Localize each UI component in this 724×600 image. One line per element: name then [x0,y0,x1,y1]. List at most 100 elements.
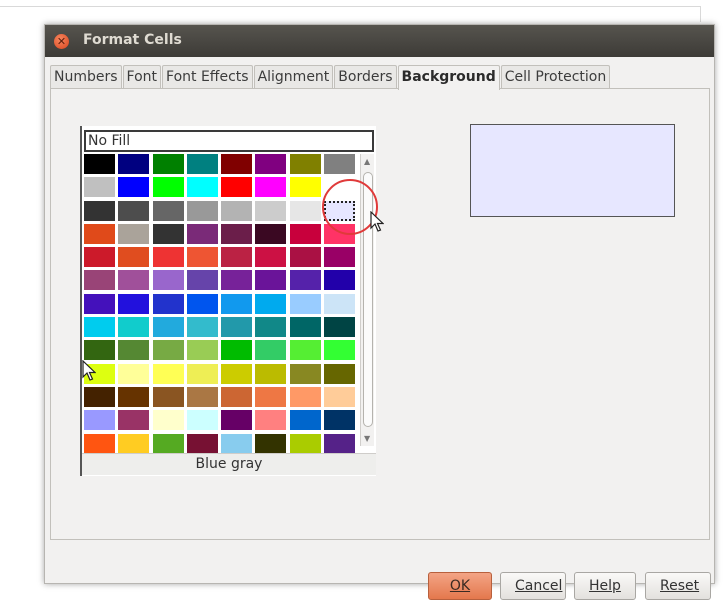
color-swatch[interactable] [255,154,287,174]
color-swatch[interactable] [221,340,253,361]
color-swatch[interactable] [152,247,184,268]
color-swatch[interactable] [84,340,115,361]
cancel-button[interactable]: Cancel [500,572,566,600]
color-swatch[interactable] [118,200,150,221]
color-swatch[interactable] [118,293,150,314]
tab-background[interactable]: Background [397,65,500,90]
color-swatch[interactable] [186,340,218,361]
color-swatch[interactable] [84,247,115,268]
color-swatch[interactable] [84,410,115,431]
color-swatch[interactable] [118,433,150,454]
tab-font-effects[interactable]: Font Effects [162,65,253,89]
color-swatch[interactable] [118,177,150,198]
color-swatch[interactable] [152,340,184,361]
color-swatch[interactable] [118,363,150,384]
color-swatch[interactable] [255,340,287,361]
color-swatch[interactable] [255,247,287,268]
color-swatch[interactable] [221,433,253,454]
color-swatch[interactable] [152,433,184,454]
color-swatch[interactable] [118,340,150,361]
color-swatch[interactable] [221,293,253,314]
color-swatch[interactable] [118,223,150,244]
color-swatch[interactable] [152,317,184,338]
color-swatch[interactable] [289,386,321,407]
color-swatch[interactable] [324,433,356,454]
color-swatch[interactable] [186,386,218,407]
color-swatch[interactable] [324,154,356,174]
color-swatch[interactable] [289,177,321,198]
color-swatch[interactable] [186,363,218,384]
color-swatch[interactable] [84,200,115,221]
color-swatch[interactable] [118,154,150,174]
color-swatch[interactable] [289,410,321,431]
color-swatch[interactable] [186,154,218,174]
color-swatch[interactable] [255,177,287,198]
color-swatch[interactable] [186,433,218,454]
color-swatch[interactable] [84,154,115,174]
help-button[interactable]: Help [574,572,636,600]
color-swatch[interactable] [152,270,184,291]
color-swatch[interactable] [221,317,253,338]
color-swatch[interactable] [84,317,115,338]
color-swatch[interactable] [186,200,218,221]
color-swatch[interactable] [255,200,287,221]
color-swatch[interactable] [84,177,115,198]
color-swatch[interactable] [289,247,321,268]
color-swatch[interactable] [289,363,321,384]
color-swatch[interactable] [324,386,356,407]
color-swatch[interactable] [118,410,150,431]
tab-font[interactable]: Font [122,65,162,89]
color-swatch[interactable] [186,247,218,268]
color-swatch[interactable] [255,270,287,291]
color-swatch[interactable] [186,223,218,244]
color-swatch[interactable] [186,177,218,198]
color-swatch[interactable] [152,223,184,244]
color-swatch[interactable] [324,363,356,384]
color-swatch[interactable] [221,177,253,198]
color-swatch[interactable] [289,340,321,361]
color-swatch[interactable] [152,386,184,407]
tab-numbers[interactable]: Numbers [50,65,122,89]
color-swatch[interactable] [255,386,287,407]
color-swatch[interactable] [289,293,321,314]
color-swatch[interactable] [289,200,321,221]
close-icon[interactable]: ✕ [54,34,69,49]
tab-borders[interactable]: Borders [334,65,397,89]
color-swatch[interactable] [324,410,356,431]
color-swatch[interactable] [324,340,356,361]
color-swatch[interactable] [221,270,253,291]
color-swatch[interactable] [289,433,321,454]
color-swatch[interactable] [152,363,184,384]
color-swatch[interactable] [255,363,287,384]
color-swatch[interactable] [255,317,287,338]
color-swatch[interactable] [186,293,218,314]
color-swatch[interactable] [255,410,287,431]
color-swatch[interactable] [84,433,115,454]
color-swatch[interactable] [255,223,287,244]
color-swatch[interactable] [152,154,184,174]
color-swatch[interactable] [324,293,356,314]
color-swatch[interactable] [221,247,253,268]
color-swatch[interactable] [186,317,218,338]
color-swatch[interactable] [152,293,184,314]
no-fill-option[interactable]: No Fill [84,130,374,152]
color-swatch[interactable] [289,270,321,291]
color-swatch[interactable] [84,270,115,291]
color-swatch[interactable] [118,270,150,291]
color-swatch[interactable] [186,410,218,431]
tab-alignment[interactable]: Alignment [253,65,334,89]
color-swatch[interactable] [255,433,287,454]
color-swatch[interactable] [186,270,218,291]
color-swatch[interactable] [84,223,115,244]
color-swatch[interactable] [289,154,321,174]
color-swatch[interactable] [289,317,321,338]
color-swatch[interactable] [221,410,253,431]
color-swatch[interactable] [152,410,184,431]
color-swatch[interactable] [221,223,253,244]
color-swatch[interactable] [324,247,356,268]
color-swatch[interactable] [118,247,150,268]
color-swatch[interactable] [221,386,253,407]
scroll-down-icon[interactable]: ▼ [364,435,370,443]
ok-button[interactable]: OK [428,572,492,600]
color-swatch[interactable] [255,293,287,314]
